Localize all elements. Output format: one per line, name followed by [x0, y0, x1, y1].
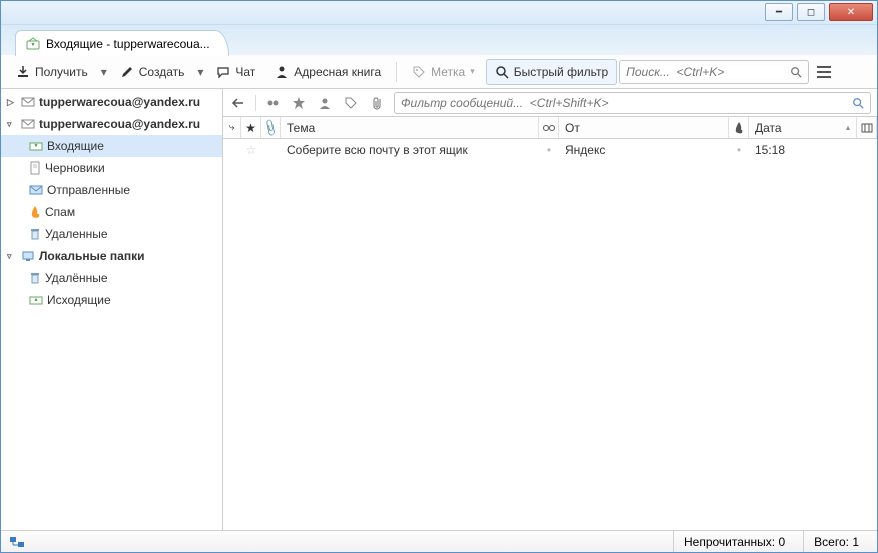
chat-icon [216, 65, 230, 79]
maximize-button[interactable]: ◻ [797, 3, 825, 21]
get-mail-button[interactable]: Получить [7, 59, 97, 85]
twisty-icon[interactable]: ▿ [7, 251, 17, 262]
sent-icon [29, 184, 43, 196]
col-thread[interactable]: ⤷ [223, 117, 241, 138]
person-icon [275, 65, 289, 79]
local-trash[interactable]: Удалённые [1, 267, 222, 289]
star-icon: ★ [245, 121, 256, 135]
glasses-icon [542, 124, 556, 132]
tab-title: Входящие - tupperwarecoua... [46, 37, 210, 51]
download-icon [16, 65, 30, 79]
global-search[interactable] [619, 60, 809, 84]
filter-toolbar [223, 89, 877, 117]
filter-contact-icon[interactable] [316, 94, 334, 112]
col-attachment[interactable]: 📎 [261, 117, 281, 138]
main-toolbar: Получить ▾ Создать ▾ Чат Адресная книга … [1, 55, 877, 89]
folder-drafts[interactable]: Черновики [1, 157, 222, 179]
twisty-icon[interactable]: ▿ [7, 119, 17, 130]
tabstrip: Входящие - tupperwarecoua... [1, 25, 877, 55]
computer-icon [21, 250, 35, 262]
inbox-icon [26, 37, 40, 51]
folder-spam[interactable]: Спам [1, 201, 222, 223]
col-star[interactable]: ★ [241, 117, 261, 138]
folder-outbox[interactable]: Исходящие [1, 289, 222, 311]
folder-trash[interactable]: Удаленные [1, 223, 222, 245]
star-toggle[interactable]: ☆ [241, 143, 261, 157]
search-input[interactable] [626, 65, 784, 79]
twisty-icon[interactable]: ▷ [7, 97, 17, 108]
tab-inbox[interactable]: Входящие - tupperwarecoua... [15, 30, 229, 56]
message-date: 15:18 [755, 143, 785, 157]
status-unread: Непрочитанных: 0 [673, 531, 795, 552]
column-headers: ⤷ ★ 📎 Тема От Дата▴ [223, 117, 877, 139]
filter-input[interactable] [401, 96, 846, 110]
message-list: ☆ Соберите всю почту в этот ящик • Яндек… [223, 139, 877, 530]
status-bar: Непрочитанных: 0 Всего: 1 [1, 530, 877, 552]
col-picker[interactable] [857, 117, 877, 138]
flame-icon [734, 122, 744, 134]
mail-account-icon [21, 118, 35, 130]
local-folders[interactable]: ▿ Локальные папки [1, 245, 222, 267]
drafts-icon [29, 161, 41, 175]
message-row[interactable]: ☆ Соберите всю почту в этот ящик • Яндек… [223, 139, 877, 161]
col-date[interactable]: Дата▴ [749, 117, 857, 138]
search-icon [790, 66, 802, 78]
clip-icon: 📎 [261, 118, 281, 138]
app-menu-button[interactable] [811, 59, 837, 85]
account-2[interactable]: ▿ tupperwarecoua@yandex.ru [1, 113, 222, 135]
flame-icon [29, 205, 41, 219]
thread-icon: ⤷ [229, 122, 235, 133]
write-button[interactable]: Создать [111, 59, 194, 85]
minimize-button[interactable]: ━ [765, 3, 793, 21]
get-mail-dropdown[interactable]: ▾ [99, 65, 109, 79]
client-body: ▷ tupperwarecoua@yandex.ru ▿ tupperwarec… [1, 89, 877, 530]
status-total: Всего: 1 [803, 531, 869, 552]
search-icon [495, 65, 509, 79]
sort-asc-icon: ▴ [846, 123, 850, 132]
search-icon [852, 97, 864, 109]
filter-tag-icon[interactable] [342, 94, 360, 112]
folder-inbox[interactable]: Входящие [1, 135, 222, 157]
inbox-icon [29, 140, 43, 152]
col-read[interactable] [539, 117, 559, 138]
message-pane: ⤷ ★ 📎 Тема От Дата▴ ☆ Соберите всю почту… [223, 89, 877, 530]
folder-tree: ▷ tupperwarecoua@yandex.ru ▿ tupperwarec… [1, 89, 223, 530]
activity-icon[interactable] [9, 536, 25, 548]
toolbar-separator [396, 62, 397, 82]
account-1[interactable]: ▷ tupperwarecoua@yandex.ru [1, 91, 222, 113]
trash-icon [29, 227, 41, 241]
message-from: Яндекс [565, 143, 605, 157]
col-subject[interactable]: Тема [281, 117, 539, 138]
tag-icon [412, 65, 426, 79]
message-filter[interactable] [394, 92, 871, 114]
filter-unread-icon[interactable] [264, 94, 282, 112]
pencil-icon [120, 65, 134, 79]
col-junk[interactable] [729, 117, 749, 138]
app-window: ━ ◻ ✕ Входящие - tupperwarecoua... Получ… [0, 0, 878, 553]
column-picker-icon [861, 123, 873, 133]
filter-attachment-icon[interactable] [368, 94, 386, 112]
write-dropdown[interactable]: ▾ [195, 65, 205, 79]
address-book-button[interactable]: Адресная книга [266, 59, 390, 85]
back-arrow-icon[interactable] [229, 94, 247, 112]
filter-starred-icon[interactable] [290, 94, 308, 112]
chevron-down-icon: ▾ [470, 66, 475, 77]
folder-sent[interactable]: Отправленные [1, 179, 222, 201]
close-button[interactable]: ✕ [829, 3, 873, 21]
col-from[interactable]: От [559, 117, 729, 138]
message-subject: Соберите всю почту в этот ящик [287, 143, 468, 157]
chat-button[interactable]: Чат [207, 59, 264, 85]
outbox-icon [29, 294, 43, 306]
trash-icon [29, 271, 41, 285]
tag-button[interactable]: Метка ▾ [403, 59, 484, 85]
mail-account-icon [21, 96, 35, 108]
quick-filter-button[interactable]: Быстрый фильтр [486, 59, 617, 85]
window-titlebar: ━ ◻ ✕ [1, 1, 877, 25]
